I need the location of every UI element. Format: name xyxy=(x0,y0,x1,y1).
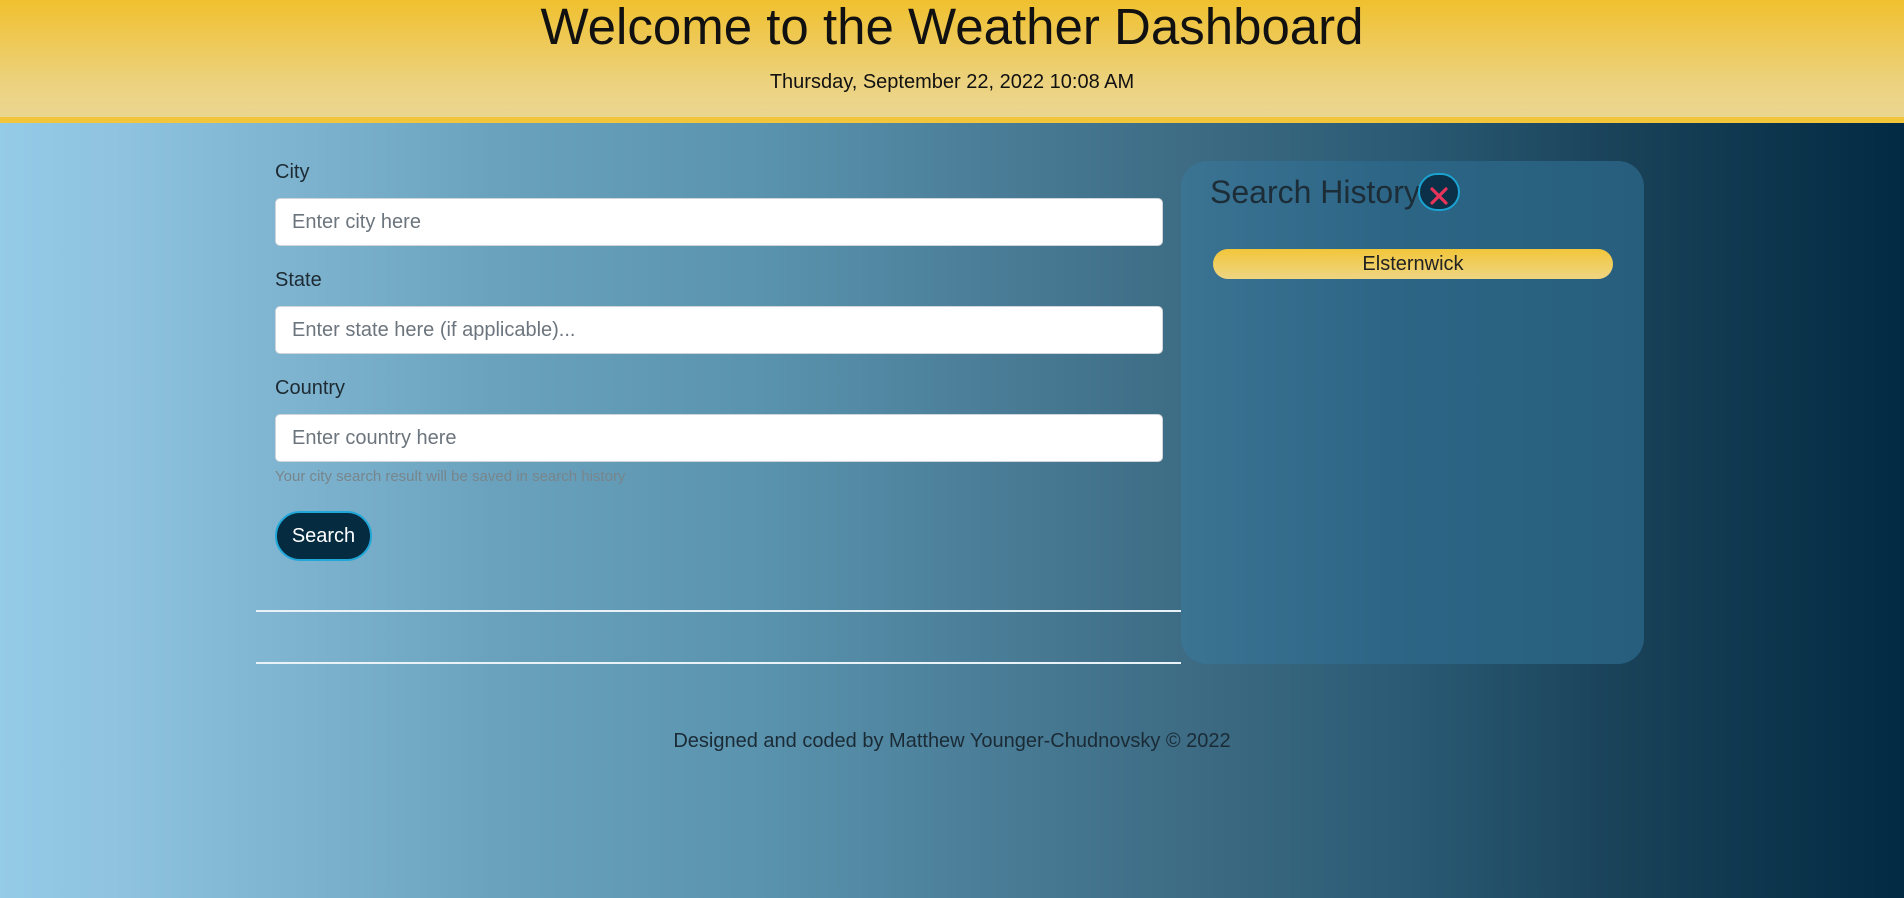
state-label: State xyxy=(275,269,322,291)
country-input[interactable] xyxy=(275,414,1163,462)
state-group: State xyxy=(275,268,1163,354)
state-input[interactable] xyxy=(275,306,1163,354)
footer-credit: Designed and coded by Matthew Younger-Ch… xyxy=(673,730,1231,752)
search-form: City State Country xyxy=(275,160,1163,484)
city-input[interactable] xyxy=(275,198,1163,246)
clear-history-button[interactable] xyxy=(1418,173,1460,211)
close-icon xyxy=(1430,187,1448,205)
divider-bottom xyxy=(256,662,1181,664)
search-help-text: Your city search result will be saved in… xyxy=(275,468,626,485)
page-header: Welcome to the Weather Dashboard Thursda… xyxy=(0,0,1904,123)
current-datetime: Thursday, September 22, 2022 10:08 AM xyxy=(769,71,1135,93)
search-history-panel: Search History Elsternwick xyxy=(1181,161,1644,664)
search-history-title: Search History xyxy=(1210,174,1420,210)
page-title: Welcome to the Weather Dashboard xyxy=(540,0,1364,55)
search-button[interactable]: Search xyxy=(275,511,372,561)
city-group: City xyxy=(275,160,1163,246)
country-label: Country xyxy=(275,377,346,399)
history-item-elsternwick[interactable]: Elsternwick xyxy=(1213,249,1613,279)
country-group: Country xyxy=(275,376,1163,462)
city-label: City xyxy=(275,161,310,183)
divider-top xyxy=(256,610,1181,612)
